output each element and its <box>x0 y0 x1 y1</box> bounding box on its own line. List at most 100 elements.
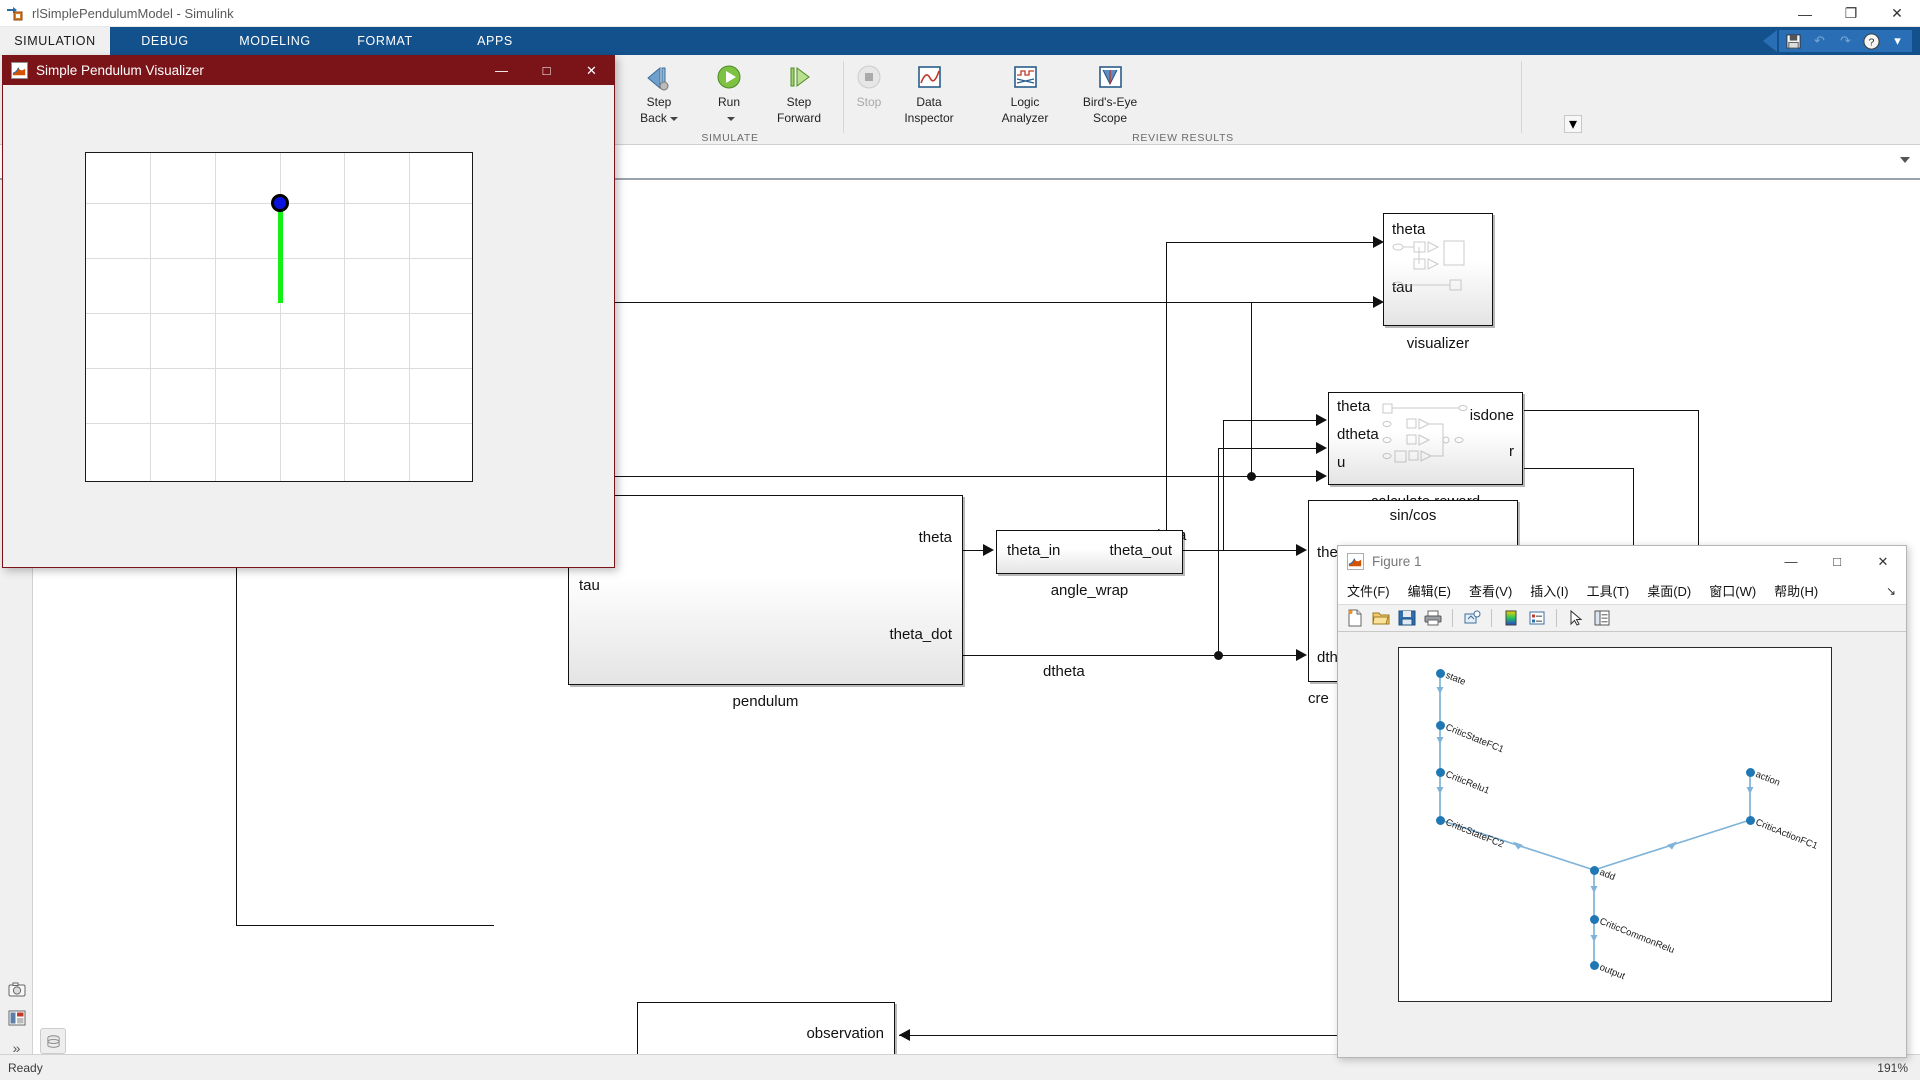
camera-icon[interactable] <box>7 980 26 999</box>
pendulum-output-theta-dot: theta_dot <box>889 626 952 643</box>
figure-minimize-button[interactable]: — <box>1768 546 1814 577</box>
toolbar-separator-3 <box>1556 609 1557 627</box>
colorbar-icon[interactable] <box>1500 607 1522 629</box>
run-dropdown[interactable] <box>724 112 735 125</box>
menu-file[interactable]: 文件(F) <box>1347 581 1390 600</box>
step-back-icon <box>644 63 674 93</box>
tab-format[interactable]: FORMAT <box>330 27 440 55</box>
step-forward-icon <box>784 63 814 93</box>
save-figure-icon[interactable] <box>1396 607 1418 629</box>
window-title: rlSimplePendulumModel - Simulink <box>32 6 234 21</box>
tab-apps[interactable]: APPS <box>440 27 550 55</box>
wire-tau-limited-to-u <box>503 302 1251 303</box>
gridline-h-3 <box>86 313 472 314</box>
layer-graph-axes[interactable]: state CriticStateFC1 CriticRelu1 CriticS… <box>1398 647 1832 1002</box>
arrow-reward-u-in <box>1316 470 1327 482</box>
angle-wrap-input-theta-in: theta_in <box>1007 542 1060 559</box>
close-button[interactable]: ✕ <box>1874 0 1920 27</box>
svg-text:?: ? <box>1869 37 1875 48</box>
visualizer-block[interactable]: theta tau <box>1383 213 1493 326</box>
save-icon[interactable] <box>1785 33 1802 50</box>
calculate-reward-input-u: u <box>1337 454 1345 471</box>
data-inspector-icon <box>914 63 944 93</box>
zoom-level: 191% <box>1877 1061 1908 1075</box>
model-data-icon[interactable] <box>40 1028 66 1054</box>
pendulum-rod <box>278 203 283 303</box>
menu-edit[interactable]: 编辑(E) <box>1408 581 1451 600</box>
wire-dtheta-up-reward <box>1218 448 1219 655</box>
ribbon-expand-button[interactable]: ▾ <box>1564 115 1582 133</box>
birds-eye-scope-label-line2: Scope <box>1093 112 1127 125</box>
new-figure-icon[interactable] <box>1344 607 1366 629</box>
plot-browser-icon[interactable] <box>1591 607 1613 629</box>
step-back-label-line1: Step <box>647 96 672 109</box>
ribbon-separator-2 <box>1521 61 1522 133</box>
pendulum-visualizer-window[interactable]: Simple Pendulum Visualizer — □ ✕ <box>2 55 615 568</box>
run-button[interactable]: Run <box>694 59 764 129</box>
tab-debug[interactable]: DEBUG <box>110 27 220 55</box>
pendulum-visualizer-title: Simple Pendulum Visualizer <box>36 63 204 78</box>
model-tabbar-chevron-down-icon[interactable] <box>1900 157 1910 163</box>
ribbon-tab-strip: SIMULATION DEBUG MODELING FORMAT APPS ↶ … <box>0 27 1920 55</box>
angle-wrap-block[interactable]: theta_in theta_out <box>996 530 1183 574</box>
pendulum-visualizer-close-button[interactable]: ✕ <box>569 56 614 85</box>
redo-icon[interactable]: ↷ <box>1837 33 1854 50</box>
pendulum-visualizer-minimize-button[interactable]: — <box>479 56 524 85</box>
chevron-down-icon[interactable]: ▾ <box>1889 33 1906 50</box>
pendulum-visualizer-window-controls: — □ ✕ <box>479 56 614 85</box>
menu-desktop[interactable]: 桌面(D) <box>1647 581 1691 600</box>
pointer-icon[interactable] <box>1565 607 1587 629</box>
menu-overflow-icon[interactable]: ↘ <box>1886 584 1896 598</box>
print-figure-icon[interactable] <box>1422 607 1444 629</box>
chevron-down-icon[interactable] <box>670 117 678 121</box>
menu-insert[interactable]: 插入(I) <box>1530 581 1568 600</box>
link-plot-icon[interactable] <box>1461 607 1483 629</box>
graph-node-CriticStateFC1 <box>1436 721 1445 730</box>
wire-theta-up-reward <box>1223 420 1224 550</box>
menu-view[interactable]: 查看(V) <box>1469 581 1512 600</box>
minimize-button[interactable]: — <box>1782 0 1828 27</box>
wire-tau-to-visualizer <box>1251 302 1380 303</box>
birds-eye-scope-label-line1: Bird's-Eye <box>1083 96 1137 109</box>
pendulum-visualizer-maximize-button[interactable]: □ <box>524 56 569 85</box>
menu-window[interactable]: 窗口(W) <box>1709 581 1756 600</box>
quick-access-pill: ↶ ↷ ? ▾ <box>1779 30 1912 52</box>
menu-help[interactable]: 帮助(H) <box>1774 581 1818 600</box>
step-back-button[interactable]: Step Back <box>624 59 694 129</box>
graph-node-state <box>1436 669 1445 678</box>
restore-button[interactable]: ❐ <box>1828 0 1874 27</box>
help-icon[interactable]: ? <box>1863 33 1880 50</box>
simulink-title-bar: rlSimplePendulumModel - Simulink — ❐ ✕ <box>0 0 1920 27</box>
figure-maximize-button[interactable]: □ <box>1814 546 1860 577</box>
figure-window[interactable]: Figure 1 — □ ✕ 文件(F) 编辑(E) 查看(V) 插入(I) 工… <box>1337 545 1907 1058</box>
legend-icon[interactable] <box>1526 607 1548 629</box>
library-browser-icon[interactable] <box>7 1008 26 1027</box>
data-inspector-button[interactable]: Data Inspector <box>884 59 974 129</box>
pendulum-block-caption: pendulum <box>568 693 963 710</box>
arrow-sincos-theta-in <box>1296 544 1307 556</box>
menu-tools[interactable]: 工具(T) <box>1587 581 1630 600</box>
birds-eye-scope-button[interactable]: Bird's-Eye Scope <box>1050 59 1170 129</box>
calculate-reward-input-theta: theta <box>1337 398 1370 415</box>
calculate-reward-block[interactable]: theta dtheta u isdone r <box>1328 392 1523 485</box>
wire-dtheta-to-reward <box>1218 448 1323 449</box>
chevron-down-icon[interactable] <box>727 117 735 121</box>
data-inspector-label-line1: Data <box>916 96 941 109</box>
ribbon-group-review-results: Data Inspector Logic Analyzer <box>844 55 1522 145</box>
figure-title: Figure 1 <box>1372 554 1422 569</box>
undo-icon[interactable]: ↶ <box>1811 33 1828 50</box>
open-file-icon[interactable] <box>1370 607 1392 629</box>
tab-simulation[interactable]: SIMULATION <box>0 27 110 55</box>
figure-canvas: state CriticStateFC1 CriticRelu1 CriticS… <box>1338 633 1906 1057</box>
figure-close-button[interactable]: ✕ <box>1860 546 1906 577</box>
pendulum-block[interactable]: tau theta theta_dot <box>568 495 963 685</box>
step-forward-button[interactable]: Step Forward <box>764 59 834 129</box>
wire-action-out <box>236 925 494 926</box>
birds-eye-scope-icon <box>1095 63 1125 93</box>
graph-node-add <box>1590 866 1599 875</box>
data-inspector-label-line2: Inspector <box>904 112 953 125</box>
tab-modeling[interactable]: MODELING <box>220 27 330 55</box>
logic-analyzer-label-line2: Analyzer <box>1002 112 1049 125</box>
run-icon <box>714 63 744 93</box>
window-controls: — ❐ ✕ <box>1782 0 1920 27</box>
